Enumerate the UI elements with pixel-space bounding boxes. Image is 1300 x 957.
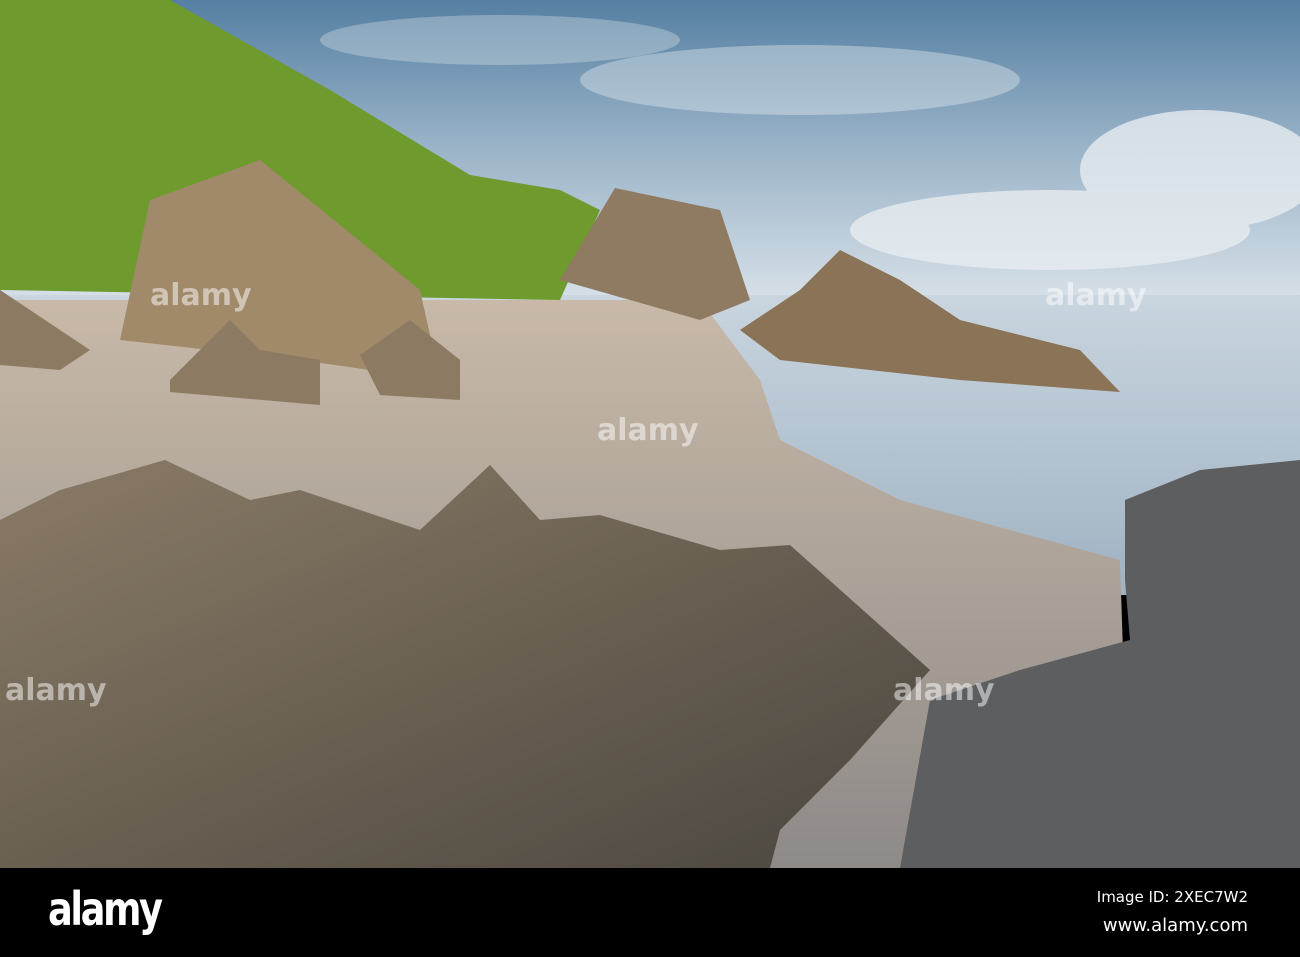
watermark: alamy [597, 413, 699, 448]
website-link[interactable]: www.alamy.com [1103, 915, 1248, 936]
watermark: alamy [150, 278, 252, 313]
footer-bar: alamy Image ID: 2XEC7W2 www.alamy.com [0, 868, 1300, 957]
watermark: alamy [5, 673, 107, 708]
coastal-photo: alamy alamy alamy alamy alamy [0, 0, 1300, 868]
stock-photo-page: alamy alamy alamy alamy alamy alamy Imag… [0, 0, 1300, 957]
watermark: alamy [893, 673, 995, 708]
image-id: Image ID: 2XEC7W2 [1096, 888, 1248, 906]
watermark: alamy [1045, 278, 1147, 313]
alamy-logo[interactable]: alamy [48, 882, 163, 936]
